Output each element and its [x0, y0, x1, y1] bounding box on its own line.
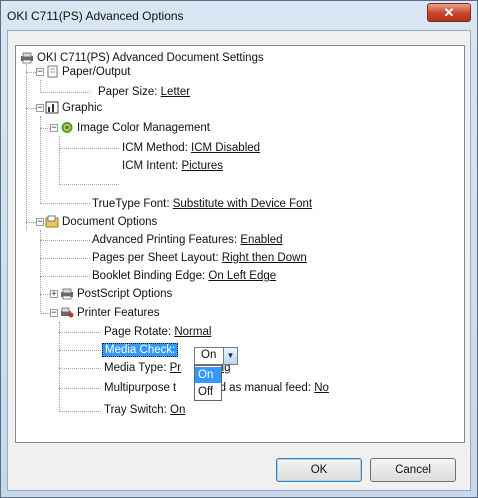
collapse-toggle[interactable]: − — [36, 104, 44, 113]
tray-switch-value[interactable]: On — [170, 404, 185, 416]
media-check-label: Media Check: — [102, 343, 179, 357]
settings-tree[interactable]: OKI C711(PS) Advanced Document Settings … — [15, 45, 465, 443]
media-check-select[interactable]: On ▼ — [194, 347, 238, 365]
close-button[interactable]: ✕ — [427, 3, 471, 22]
collapse-toggle[interactable]: − — [50, 309, 58, 318]
cancel-button[interactable]: Cancel — [370, 458, 456, 482]
advanced-options-dialog: OKI C711(PS) Advanced Options ✕ OKI C711… — [0, 0, 478, 498]
setting-pages-per-sheet[interactable]: Pages per Sheet Layout: Right then Down — [92, 250, 307, 266]
chevron-down-icon[interactable]: ▼ — [223, 348, 237, 364]
setting-page-rotate[interactable]: Page Rotate: Normal — [104, 324, 211, 340]
ok-button[interactable]: OK — [276, 458, 362, 482]
title-bar[interactable]: OKI C711(PS) Advanced Options ✕ — [1, 1, 477, 29]
setting-media-check[interactable]: Media Check: — [102, 342, 179, 358]
expand-toggle[interactable]: + — [50, 290, 58, 299]
paper-icon — [47, 65, 58, 78]
setting-icm-intent[interactable]: ICM Intent: Pictures — [122, 158, 223, 174]
collapse-toggle[interactable]: − — [36, 68, 44, 77]
page-rotate-value[interactable]: Normal — [174, 326, 211, 338]
document-options-icon — [45, 215, 59, 228]
collapse-toggle[interactable]: − — [50, 124, 58, 133]
setting-icm-method[interactable]: ICM Method: ICM Disabled — [122, 140, 260, 156]
setting-advanced-printing[interactable]: Advanced Printing Features: Enabled — [92, 232, 283, 248]
media-check-selected-value: On — [201, 349, 217, 361]
tree-item-image-color-management[interactable]: Image Color Management — [77, 120, 210, 136]
collapse-toggle[interactable]: − — [36, 218, 44, 227]
dialog-client-area: OKI C711(PS) Advanced Document Settings … — [7, 30, 471, 491]
setting-tray-switch[interactable]: Tray Switch: On — [104, 402, 185, 418]
tree-item-graphic[interactable]: Graphic — [62, 100, 102, 116]
booklet-binding-value[interactable]: On Left Edge — [208, 270, 276, 282]
tree-item-document-options[interactable]: Document Options — [62, 214, 157, 230]
setting-truetype-font[interactable]: TrueType Font: Substitute with Device Fo… — [92, 196, 312, 212]
pages-per-sheet-value[interactable]: Right then Down — [222, 252, 307, 264]
printer-icon — [61, 288, 73, 300]
icm-method-value[interactable]: ICM Disabled — [191, 142, 260, 154]
window-title: OKI C711(PS) Advanced Options — [7, 9, 184, 23]
tree-item-postscript-options[interactable]: PostScript Options — [77, 286, 172, 302]
dropdown-option-on[interactable]: On — [195, 367, 221, 383]
close-icon: ✕ — [443, 5, 455, 20]
setting-booklet-binding[interactable]: Booklet Binding Edge: On Left Edge — [92, 268, 276, 284]
setting-paper-size[interactable]: Paper Size: Letter — [98, 84, 190, 100]
advanced-printing-value[interactable]: Enabled — [240, 234, 282, 246]
printer-features-icon — [61, 307, 74, 318]
truetype-font-value[interactable]: Substitute with Device Font — [173, 198, 312, 210]
paper-size-value[interactable]: Letter — [161, 86, 190, 98]
printer-icon — [21, 52, 33, 64]
color-management-icon — [61, 122, 73, 133]
icm-intent-value[interactable]: Pictures — [181, 160, 223, 172]
tree-item-printer-features[interactable]: Printer Features — [77, 305, 159, 321]
dropdown-option-off[interactable]: Off — [195, 384, 221, 400]
graphic-icon — [45, 101, 59, 114]
tree-item-paper-output[interactable]: Paper/Output — [62, 64, 130, 80]
media-check-dropdown: On Off — [194, 365, 222, 401]
multipurpose-value[interactable]: No — [314, 382, 329, 394]
